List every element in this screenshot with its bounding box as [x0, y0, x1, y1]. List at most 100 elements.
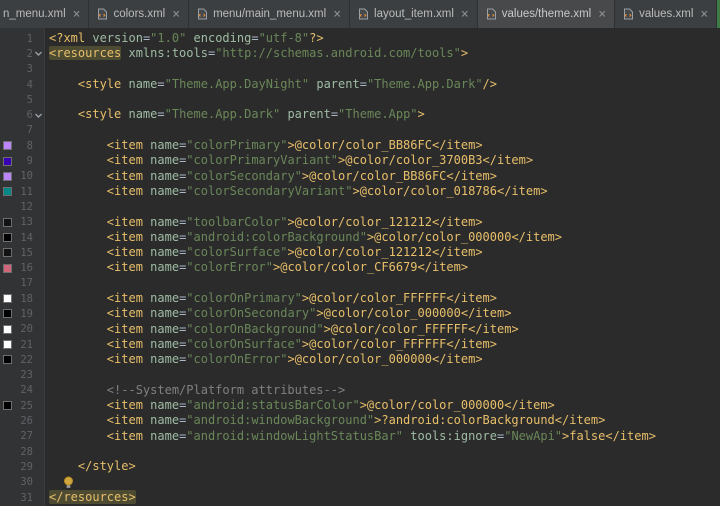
code-line[interactable]: 26 <item name="android:windowBackground"…: [0, 413, 720, 428]
code-token: "NewApi": [504, 429, 562, 443]
tab-values-theme-xml[interactable]: values/theme.xml×: [478, 0, 615, 28]
code-line[interactable]: 15 <item name="colorSurface">@color/colo…: [0, 245, 720, 260]
code-token: @color/color_000000: [374, 230, 511, 244]
code-line[interactable]: 1<?xml version="1.0" encoding="utf-8"?>: [0, 31, 720, 46]
code-line[interactable]: 29 </style>: [0, 459, 720, 474]
code-text[interactable]: <item name="android:colorBackground">@co…: [44, 230, 562, 245]
code-text[interactable]: <?xml version="1.0" encoding="utf-8"?>: [44, 31, 324, 46]
color-swatch[interactable]: [3, 355, 12, 364]
color-swatch[interactable]: [3, 172, 12, 181]
color-swatch[interactable]: [3, 264, 12, 273]
tab-close-icon[interactable]: ×: [333, 8, 341, 21]
code-line[interactable]: 22 <item name="colorOnError">@color/colo…: [0, 352, 720, 367]
code-line[interactable]: 28: [0, 444, 720, 459]
fold-chevron-down-icon[interactable]: [33, 111, 44, 120]
code-text[interactable]: <item name="toolbarColor">@color/color_1…: [44, 215, 483, 230]
code-text[interactable]: <style name="Theme.App.DayNight" parent=…: [44, 77, 497, 92]
code-line[interactable]: 18 <item name="colorOnPrimary">@color/co…: [0, 291, 720, 306]
color-swatch[interactable]: [3, 294, 12, 303]
code-text[interactable]: <item name="colorSurface">@color/color_1…: [44, 245, 483, 260]
code-token: [49, 306, 107, 320]
code-line[interactable]: 9 <item name="colorPrimaryVariant">@colo…: [0, 153, 720, 168]
code-text[interactable]: [44, 475, 74, 490]
tab-label: colors.xml: [113, 8, 165, 20]
code-line[interactable]: 20 <item name="colorOnBackground">@color…: [0, 322, 720, 337]
tab-colors-xml[interactable]: colors.xml ×: [89, 0, 189, 28]
code-line[interactable]: 7: [0, 123, 720, 138]
code-line[interactable]: 11 <item name="colorSecondaryVariant">@c…: [0, 184, 720, 199]
color-swatch[interactable]: [3, 157, 12, 166]
line-number: 17: [14, 277, 33, 289]
code-text[interactable]: </style>: [44, 459, 136, 474]
code-text[interactable]: <item name="android:windowLightStatusBar…: [44, 429, 656, 444]
code-token: "android:statusBarColor": [186, 398, 359, 412]
color-swatch[interactable]: [3, 325, 12, 334]
tab-menu-main-menu-xml[interactable]: menu/main_menu.xml×: [189, 0, 350, 28]
code-line[interactable]: 16 <item name="colorError">@color/color_…: [0, 260, 720, 275]
code-text[interactable]: <style name="Theme.App.Dark" parent="The…: [44, 107, 425, 122]
line-number: 24: [14, 384, 33, 396]
code-text[interactable]: <resources xmlns:tools="http://schemas.a…: [44, 46, 468, 61]
code-line[interactable]: 23: [0, 368, 720, 383]
tab-layout-item-xml[interactable]: layout_item.xml×: [350, 0, 478, 28]
code-line[interactable]: 27 <item name="android:windowLightStatus…: [0, 429, 720, 444]
code-line[interactable]: 13 <item name="toolbarColor">@color/colo…: [0, 215, 720, 230]
color-swatch[interactable]: [3, 401, 12, 410]
code-line[interactable]: 21 <item name="colorOnSurface">@color/co…: [0, 337, 720, 352]
code-text[interactable]: <item name="colorSecondaryVariant">@colo…: [44, 184, 548, 199]
code-text[interactable]: <item name="colorOnError">@color/color_0…: [44, 352, 483, 367]
tab-close-icon[interactable]: ×: [172, 8, 180, 21]
tab-n-menu-xml[interactable]: n_menu.xml×: [0, 0, 89, 28]
code-line[interactable]: 24 <!--System/Platform attributes-->: [0, 383, 720, 398]
code-text[interactable]: <item name="colorPrimary">@color/color_B…: [44, 138, 483, 153]
code-token: [186, 31, 193, 45]
code-text[interactable]: <item name="colorPrimaryVariant">@color/…: [44, 153, 533, 168]
tab-close-icon[interactable]: ×: [461, 8, 469, 21]
code-text[interactable]: <item name="android:statusBarColor">@col…: [44, 398, 555, 413]
code-text[interactable]: <item name="colorOnSurface">@color/color…: [44, 337, 497, 352]
code-line[interactable]: 4 <style name="Theme.App.DayNight" paren…: [0, 77, 720, 92]
code-line[interactable]: 14 <item name="android:colorBackground">…: [0, 230, 720, 245]
code-token: @color/color_121212: [295, 215, 432, 229]
line-number: 16: [14, 262, 33, 274]
code-line[interactable]: 2<resources xmlns:tools="http://schemas.…: [0, 46, 720, 61]
code-token: "Theme.App.DayNight": [165, 77, 310, 91]
code-text[interactable]: <item name="colorOnSecondary">@color/col…: [44, 306, 511, 321]
code-line[interactable]: 19 <item name="colorOnSecondary">@color/…: [0, 306, 720, 321]
color-swatch[interactable]: [3, 309, 12, 318]
code-text[interactable]: <!--System/Platform attributes-->: [44, 383, 345, 398]
code-editor[interactable]: 1<?xml version="1.0" encoding="utf-8"?>2…: [0, 28, 720, 506]
color-swatch[interactable]: [3, 340, 12, 349]
line-number: 14: [14, 232, 33, 244]
tab-values-xml[interactable]: values.xml×: [615, 0, 717, 28]
fold-chevron-down-icon[interactable]: [33, 49, 44, 58]
color-swatch[interactable]: [3, 248, 12, 257]
code-line[interactable]: 30: [0, 475, 720, 490]
color-swatch[interactable]: [3, 141, 12, 150]
code-line[interactable]: 31</resources>: [0, 490, 720, 505]
code-line[interactable]: 3: [0, 62, 720, 77]
color-swatch[interactable]: [3, 187, 12, 196]
gutter-swatch-cell: [0, 264, 14, 273]
code-text[interactable]: </resources>: [44, 490, 136, 505]
code-line[interactable]: 17: [0, 276, 720, 291]
code-token: [49, 138, 107, 152]
code-line[interactable]: 5: [0, 92, 720, 107]
color-swatch[interactable]: [3, 233, 12, 242]
code-text[interactable]: <item name="colorError">@color/color_CF6…: [44, 260, 468, 275]
color-swatch[interactable]: [3, 218, 12, 227]
lightbulb-icon[interactable]: [63, 476, 74, 489]
code-line[interactable]: 12: [0, 199, 720, 214]
code-line[interactable]: 25 <item name="android:statusBarColor">@…: [0, 398, 720, 413]
tab-close-icon[interactable]: ×: [73, 8, 81, 21]
code-text[interactable]: <item name="colorOnPrimary">@color/color…: [44, 291, 497, 306]
code-text[interactable]: <item name="colorOnBackground">@color/co…: [44, 322, 519, 337]
code-line[interactable]: 6 <style name="Theme.App.Dark" parent="T…: [0, 107, 720, 122]
code-text[interactable]: <item name="colorSecondary">@color/color…: [44, 169, 497, 184]
tab-close-icon[interactable]: ×: [598, 8, 606, 21]
code-text[interactable]: <item name="android:windowBackground">?a…: [44, 413, 605, 428]
code-line[interactable]: 8 <item name="colorPrimary">@color/color…: [0, 138, 720, 153]
code-token: <item: [107, 413, 150, 427]
tab-close-icon[interactable]: ×: [700, 8, 708, 21]
code-line[interactable]: 10 <item name="colorSecondary">@color/co…: [0, 169, 720, 184]
